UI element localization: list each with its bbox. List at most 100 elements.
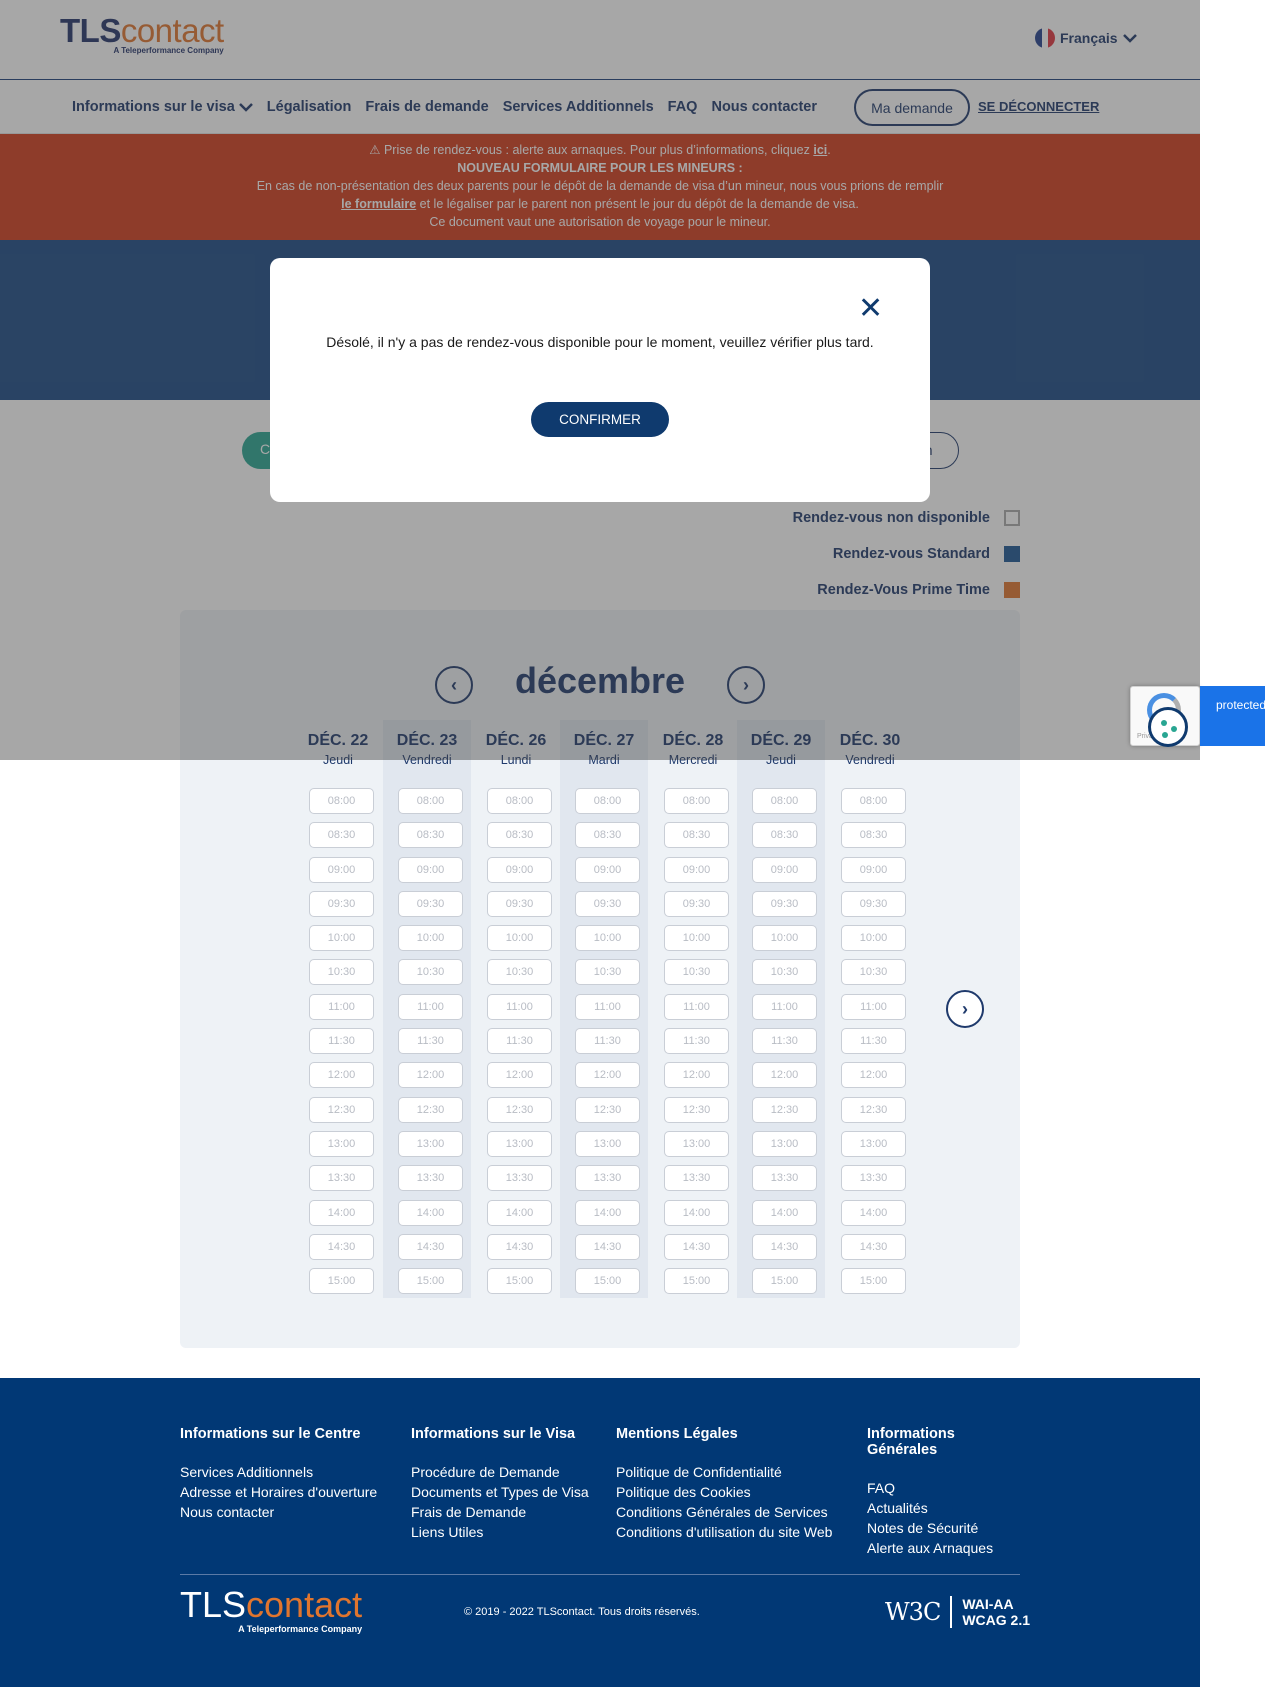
time-slot-unavailable[interactable]: 10:30 <box>752 959 817 986</box>
time-slot-unavailable[interactable]: 12:30 <box>752 1096 817 1123</box>
footer-link[interactable]: Procédure de Demande <box>411 1462 616 1482</box>
time-slot-unavailable[interactable]: 10:00 <box>752 925 817 952</box>
footer-link[interactable]: Politique des Cookies <box>616 1482 867 1502</box>
time-slot-unavailable[interactable]: 11:30 <box>752 1028 817 1055</box>
time-slot-unavailable[interactable]: 12:30 <box>398 1096 463 1123</box>
time-slot-unavailable[interactable]: 11:30 <box>309 1028 374 1055</box>
w3c-wcag-badge[interactable]: W3C WAI-AA WCAG 2.1 <box>885 1596 1030 1628</box>
time-slot-unavailable[interactable]: 14:30 <box>398 1233 463 1260</box>
footer-link[interactable]: Adresse et Horaires d'ouverture <box>180 1482 411 1502</box>
time-slot-unavailable[interactable]: 09:30 <box>398 890 463 917</box>
time-slot-unavailable[interactable]: 09:00 <box>487 856 552 883</box>
time-slot-unavailable[interactable]: 10:30 <box>664 959 729 986</box>
time-slot-unavailable[interactable]: 14:30 <box>309 1233 374 1260</box>
time-slot-unavailable[interactable]: 11:00 <box>575 993 640 1020</box>
time-slot-unavailable[interactable]: 14:00 <box>664 1199 729 1226</box>
time-slot-unavailable[interactable]: 10:00 <box>664 925 729 952</box>
footer-link[interactable]: FAQ <box>867 1478 1027 1498</box>
time-slot-unavailable[interactable]: 12:00 <box>487 1062 552 1089</box>
time-slot-unavailable[interactable]: 09:30 <box>575 890 640 917</box>
footer-link[interactable]: Politique de Confidentialité <box>616 1462 867 1482</box>
cookie-icon[interactable] <box>1148 707 1188 747</box>
time-slot-unavailable[interactable]: 08:00 <box>664 788 729 814</box>
time-slot-unavailable[interactable]: 10:00 <box>841 925 906 952</box>
time-slot-unavailable[interactable]: 08:30 <box>664 822 729 849</box>
footer-link[interactable]: Actualités <box>867 1498 1027 1518</box>
time-slot-unavailable[interactable]: 12:30 <box>487 1096 552 1123</box>
time-slot-unavailable[interactable]: 12:30 <box>664 1096 729 1123</box>
time-slot-unavailable[interactable]: 09:00 <box>664 856 729 883</box>
footer-link[interactable]: Conditions Générales de Services <box>616 1502 867 1522</box>
time-slot-unavailable[interactable]: 11:00 <box>664 993 729 1020</box>
time-slot-unavailable[interactable]: 08:30 <box>398 822 463 849</box>
time-slot-unavailable[interactable]: 12:00 <box>575 1062 640 1089</box>
time-slot-unavailable[interactable]: 11:00 <box>398 993 463 1020</box>
time-slot-unavailable[interactable]: 14:00 <box>398 1199 463 1226</box>
time-slot-unavailable[interactable]: 08:30 <box>841 822 906 849</box>
time-slot-unavailable[interactable]: 08:00 <box>575 788 640 814</box>
time-slot-unavailable[interactable]: 11:30 <box>664 1028 729 1055</box>
time-slot-unavailable[interactable]: 10:30 <box>398 959 463 986</box>
time-slot-unavailable[interactable]: 15:00 <box>575 1268 640 1295</box>
time-slot-unavailable[interactable]: 09:00 <box>841 856 906 883</box>
time-slot-unavailable[interactable]: 13:30 <box>752 1165 817 1192</box>
time-slot-unavailable[interactable]: 12:00 <box>664 1062 729 1089</box>
time-slot-unavailable[interactable]: 08:30 <box>309 822 374 849</box>
footer-link[interactable]: Nous contacter <box>180 1502 411 1522</box>
time-slot-unavailable[interactable]: 14:30 <box>487 1233 552 1260</box>
time-slot-unavailable[interactable]: 13:00 <box>309 1130 374 1157</box>
time-slot-unavailable[interactable]: 10:00 <box>575 925 640 952</box>
time-slot-unavailable[interactable]: 12:30 <box>309 1096 374 1123</box>
time-slot-unavailable[interactable]: 15:00 <box>309 1268 374 1295</box>
time-slot-unavailable[interactable]: 13:00 <box>398 1130 463 1157</box>
time-slot-unavailable[interactable]: 14:00 <box>487 1199 552 1226</box>
time-slot-unavailable[interactable]: 12:00 <box>752 1062 817 1089</box>
time-slot-unavailable[interactable]: 09:30 <box>664 890 729 917</box>
time-slot-unavailable[interactable]: 11:00 <box>309 993 374 1020</box>
time-slot-unavailable[interactable]: 09:30 <box>309 890 374 917</box>
time-slot-unavailable[interactable]: 13:00 <box>664 1130 729 1157</box>
time-slot-unavailable[interactable]: 15:00 <box>841 1268 906 1295</box>
time-slot-unavailable[interactable]: 13:30 <box>575 1165 640 1192</box>
time-slot-unavailable[interactable]: 14:00 <box>841 1199 906 1226</box>
time-slot-unavailable[interactable]: 14:30 <box>664 1233 729 1260</box>
time-slot-unavailable[interactable]: 15:00 <box>752 1268 817 1295</box>
time-slot-unavailable[interactable]: 12:30 <box>841 1096 906 1123</box>
time-slot-unavailable[interactable]: 14:30 <box>841 1233 906 1260</box>
time-slot-unavailable[interactable]: 13:00 <box>752 1130 817 1157</box>
time-slot-unavailable[interactable]: 08:00 <box>309 788 374 814</box>
time-slot-unavailable[interactable]: 13:00 <box>575 1130 640 1157</box>
time-slot-unavailable[interactable]: 10:30 <box>487 959 552 986</box>
footer-link[interactable]: Conditions d'utilisation du site Web <box>616 1522 867 1542</box>
time-slot-unavailable[interactable]: 09:30 <box>841 890 906 917</box>
footer-link[interactable]: Alerte aux Arnaques <box>867 1538 1027 1558</box>
time-slot-unavailable[interactable]: 09:00 <box>752 856 817 883</box>
time-slot-unavailable[interactable]: 15:00 <box>664 1268 729 1295</box>
time-slot-unavailable[interactable]: 09:00 <box>309 856 374 883</box>
time-slot-unavailable[interactable]: 11:30 <box>398 1028 463 1055</box>
time-slot-unavailable[interactable]: 14:30 <box>575 1233 640 1260</box>
time-slot-unavailable[interactable]: 10:30 <box>575 959 640 986</box>
time-slot-unavailable[interactable]: 14:00 <box>309 1199 374 1226</box>
time-slot-unavailable[interactable]: 12:30 <box>575 1096 640 1123</box>
time-slot-unavailable[interactable]: 08:30 <box>487 822 552 849</box>
time-slot-unavailable[interactable]: 13:30 <box>841 1165 906 1192</box>
time-slot-unavailable[interactable]: 13:30 <box>664 1165 729 1192</box>
time-slot-unavailable[interactable]: 12:00 <box>841 1062 906 1089</box>
time-slot-unavailable[interactable]: 11:30 <box>487 1028 552 1055</box>
time-slot-unavailable[interactable]: 13:00 <box>841 1130 906 1157</box>
time-slot-unavailable[interactable]: 09:00 <box>398 856 463 883</box>
time-slot-unavailable[interactable]: 08:30 <box>575 822 640 849</box>
time-slot-unavailable[interactable]: 10:00 <box>487 925 552 952</box>
footer-link[interactable]: Services Additionnels <box>180 1462 411 1482</box>
time-slot-unavailable[interactable]: 14:00 <box>752 1199 817 1226</box>
footer-link[interactable]: Documents et Types de Visa <box>411 1482 616 1502</box>
time-slot-unavailable[interactable]: 11:00 <box>487 993 552 1020</box>
footer-logo[interactable]: TLScontact A Teleperformance Company <box>180 1586 362 1635</box>
time-slot-unavailable[interactable]: 12:00 <box>309 1062 374 1089</box>
time-slot-unavailable[interactable]: 15:00 <box>487 1268 552 1295</box>
time-slot-unavailable[interactable]: 14:30 <box>752 1233 817 1260</box>
time-slot-unavailable[interactable]: 08:00 <box>752 788 817 814</box>
time-slot-unavailable[interactable]: 08:00 <box>398 788 463 814</box>
footer-link[interactable]: Liens Utiles <box>411 1522 616 1542</box>
